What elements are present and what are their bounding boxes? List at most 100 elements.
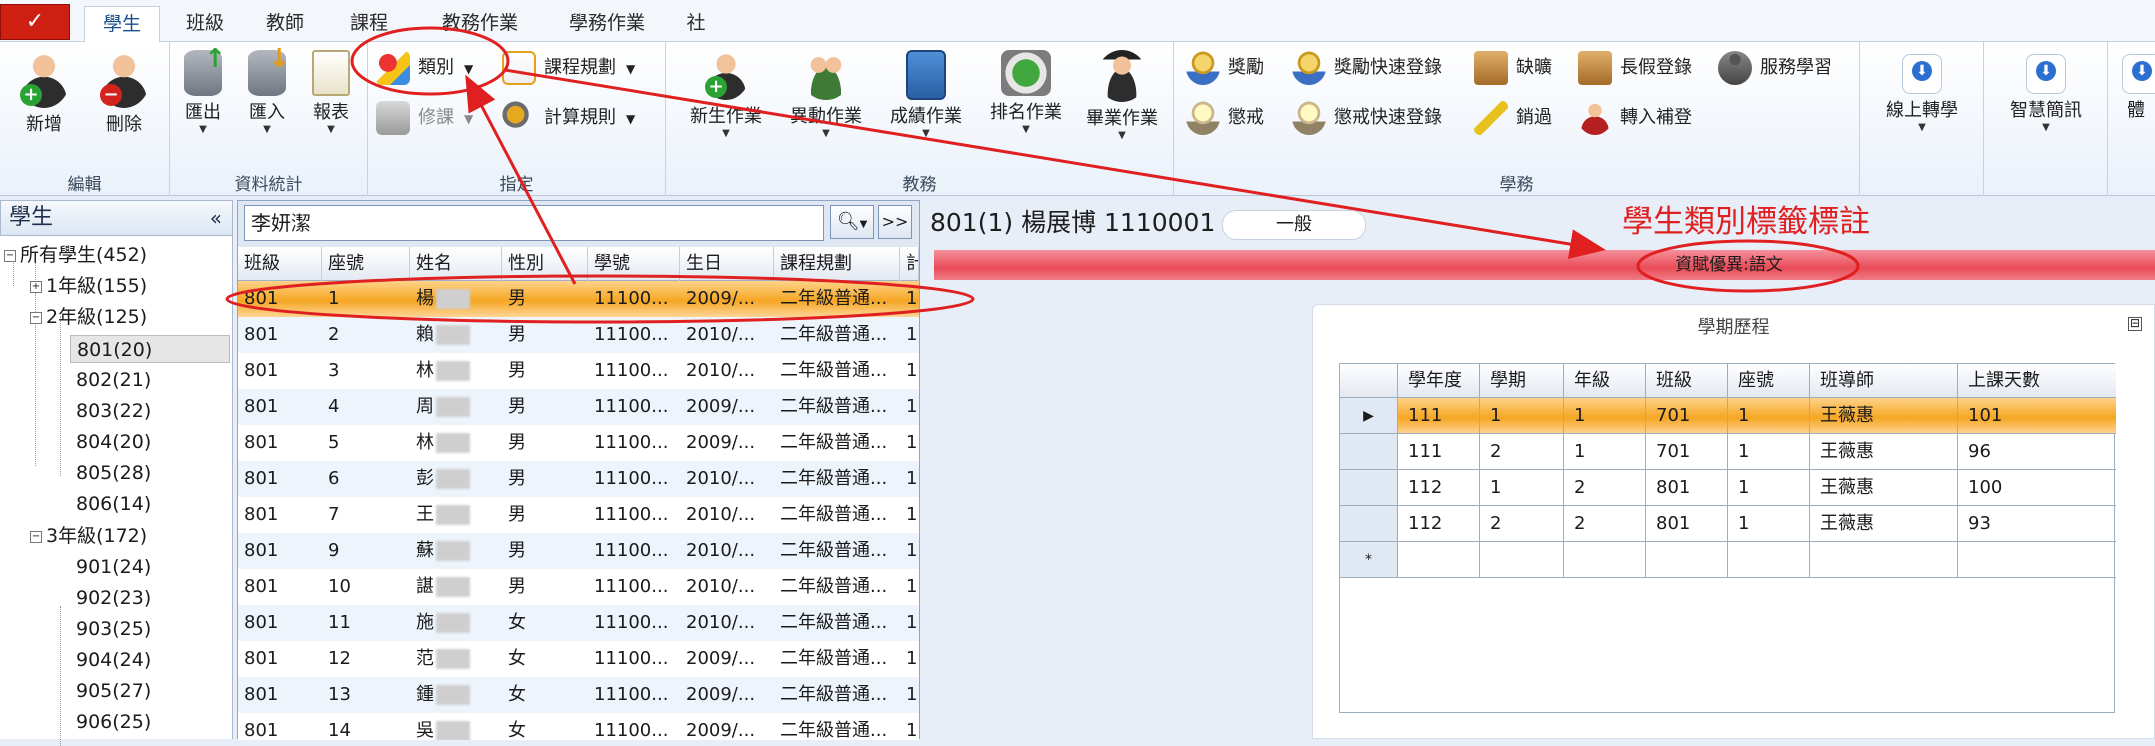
col-class[interactable]: 班級 xyxy=(1646,364,1728,398)
row-indicator[interactable] xyxy=(1340,470,1398,506)
history-row[interactable]: ▶ 111 1 1 701 1 王薇惠 101 xyxy=(1340,398,2116,434)
history-row[interactable]: 111 2 1 701 1 王薇惠 96 xyxy=(1340,434,2116,470)
table-row[interactable]: 801 6 彭 男 11100... 2010/... 二年級普通... 1 xyxy=(238,461,919,497)
punish-quick-button[interactable]: 懲戒快速登錄 xyxy=(1292,98,1442,138)
table-row[interactable]: 801 10 諶 男 11100... 2010/... 二年級普通... 1 xyxy=(238,569,919,605)
tab-student-affairs[interactable]: 學務作業 xyxy=(542,6,672,42)
service-learning-button[interactable]: 服務學習 xyxy=(1718,48,1832,88)
transfer-in-button[interactable]: 轉入補登 xyxy=(1578,98,1692,138)
reward-quick-button[interactable]: 獎勵快速登錄 xyxy=(1292,48,1442,88)
tab-academic-affairs[interactable]: 教務作業 xyxy=(420,6,540,42)
tab-course[interactable]: 課程 xyxy=(336,6,402,42)
app-menu-button[interactable]: ✓ xyxy=(0,4,70,40)
tree-node-all-students[interactable]: − 所有學生(452) xyxy=(4,241,147,269)
calc-rule-button[interactable]: 計算規則 ▼ xyxy=(502,98,635,138)
group-label-assign: 指定 xyxy=(499,175,534,195)
table-row[interactable]: 801 7 王 男 11100... 2010/... 二年級普通... 1 xyxy=(238,497,919,533)
course-rule-button[interactable]: 課程規劃 ▼ xyxy=(502,48,635,88)
tree-node-805[interactable]: 805(28) xyxy=(76,459,151,487)
punish-button[interactable]: 懲戒 xyxy=(1186,98,1264,138)
report-button[interactable]: 報表 ▼ xyxy=(298,50,364,136)
tree-node-903[interactable]: 903(25) xyxy=(76,615,151,643)
new-student-button[interactable]: 新生作業 ▼ xyxy=(676,50,776,140)
row-indicator[interactable]: * xyxy=(1340,542,1398,578)
import-button[interactable]: 匯入 ▼ xyxy=(234,44,300,136)
grade-button[interactable]: 成績作業 ▼ xyxy=(876,50,976,140)
tree-node-grade-3[interactable]: −3年級(172) xyxy=(30,522,147,550)
cancel-record-button[interactable]: 銷過 xyxy=(1474,98,1552,138)
category-button[interactable]: 類別 ▼ xyxy=(376,48,473,88)
tree-node-906[interactable]: 906(25) xyxy=(76,708,151,736)
tab-student[interactable]: 學生 xyxy=(84,6,160,43)
add-button[interactable]: 新增 xyxy=(4,50,84,136)
table-row[interactable]: 801 9 蘇 男 11100... 2010/... 二年級普通... 1 xyxy=(238,533,919,569)
table-cell: 5 xyxy=(322,425,410,461)
transfer-button[interactable]: 異動作業 ▼ xyxy=(776,50,876,140)
col-school-year[interactable]: 學年度 xyxy=(1398,364,1480,398)
tree-node-902[interactable]: 902(23) xyxy=(76,584,151,612)
table-row[interactable]: 801 2 賴 男 11100... 2010/... 二年級普通... 1 xyxy=(238,317,919,353)
edit-course-button[interactable]: 修課 ▼ xyxy=(376,98,473,138)
navigate-button[interactable]: >> xyxy=(878,205,912,239)
table-row[interactable]: 801 1 楊 男 11100... 2009/... 二年級普通... 1 xyxy=(238,281,919,317)
tree-node-grade-2[interactable]: −2年級(125) xyxy=(30,303,147,331)
tree-node-801[interactable]: 801(20) xyxy=(70,335,230,363)
col-semester[interactable]: 學期 xyxy=(1480,364,1564,398)
col-calc[interactable]: 計 xyxy=(900,247,919,281)
col-attendance-days[interactable]: 上課天數 xyxy=(1958,364,2116,398)
tree-node-804[interactable]: 804(20) xyxy=(76,428,151,456)
tree-node-grade-1[interactable]: +1年級(155) xyxy=(30,272,147,300)
tree-node-802[interactable]: 802(21) xyxy=(76,366,151,394)
tab-club[interactable]: 社團 xyxy=(664,6,728,68)
collapse-toggle-icon[interactable]: − xyxy=(30,311,42,324)
row-indicator[interactable]: ▶ xyxy=(1340,398,1398,434)
col-gender[interactable]: 性別 xyxy=(502,247,588,281)
panel-collapse-button[interactable]: ⊟ xyxy=(2128,317,2142,331)
col-name[interactable]: 姓名 xyxy=(410,247,502,281)
long-leave-button[interactable]: 長假登錄 xyxy=(1578,48,1692,88)
expand-toggle-icon[interactable]: + xyxy=(30,280,42,293)
search-button[interactable]: 🔍︎▼ xyxy=(830,205,874,239)
table-row[interactable]: 801 3 林 男 11100... 2010/... 二年級普通... 1 xyxy=(238,353,919,389)
collapse-toggle-icon[interactable]: − xyxy=(4,249,16,262)
tree-node-905[interactable]: 905(27) xyxy=(76,677,151,705)
export-button[interactable]: 匯出 ▼ xyxy=(170,44,236,136)
tab-class[interactable]: 班級 xyxy=(172,6,238,42)
col-class[interactable]: 班級 xyxy=(238,247,322,281)
search-input[interactable]: 李妍潔 xyxy=(244,205,824,241)
smart-sms-button[interactable]: 智慧簡訊 ▼ xyxy=(1994,50,2098,134)
new-row[interactable]: * xyxy=(1340,542,2116,578)
col-grade-year[interactable]: 年級 xyxy=(1564,364,1646,398)
table-row[interactable]: 801 5 林 男 11100... 2009/... 二年級普通... 1 xyxy=(238,425,919,461)
ranking-button[interactable]: 排名作業 ▼ xyxy=(976,50,1076,136)
row-indicator[interactable] xyxy=(1340,506,1398,542)
col-homeroom-teacher[interactable]: 班導師 xyxy=(1810,364,1958,398)
tab-teacher[interactable]: 教師 xyxy=(252,6,318,42)
col-seat[interactable]: 座號 xyxy=(1728,364,1810,398)
tree-node-803[interactable]: 803(22) xyxy=(76,397,151,425)
online-transfer-button[interactable]: 線上轉學 ▼ xyxy=(1870,50,1974,134)
table-row[interactable]: 801 14 吳 女 11100... 2009/... 二年級普通... 1 xyxy=(238,713,919,740)
delete-button[interactable]: 刪除 xyxy=(84,50,164,136)
collapse-toggle-icon[interactable]: − xyxy=(30,530,42,543)
table-row[interactable]: 801 13 鍾 女 11100... 2009/... 二年級普通... 1 xyxy=(238,677,919,713)
select-all-corner[interactable] xyxy=(1340,364,1398,398)
col-birthday[interactable]: 生日 xyxy=(680,247,774,281)
history-row[interactable]: 112 1 2 801 1 王薇惠 100 xyxy=(1340,470,2116,506)
history-row[interactable]: 112 2 2 801 1 王薇惠 93 xyxy=(1340,506,2116,542)
absence-button[interactable]: 缺曠 xyxy=(1474,48,1552,88)
health-button[interactable]: 體 xyxy=(2116,50,2155,122)
tree-node-901[interactable]: 901(24) xyxy=(76,553,151,581)
table-row[interactable]: 801 12 范 女 11100... 2009/... 二年級普通... 1 xyxy=(238,641,919,677)
table-row[interactable]: 801 4 周 男 11100... 2009/... 二年級普通... 1 xyxy=(238,389,919,425)
reward-button[interactable]: 獎勵 xyxy=(1186,48,1264,88)
collapse-panel-button[interactable]: « xyxy=(210,201,222,235)
graduation-button[interactable]: 畢業作業 ▼ xyxy=(1072,50,1172,142)
row-indicator[interactable] xyxy=(1340,434,1398,470)
tree-node-904[interactable]: 904(24) xyxy=(76,646,151,674)
col-student-id[interactable]: 學號 xyxy=(588,247,680,281)
col-course-plan[interactable]: 課程規劃 xyxy=(774,247,900,281)
tree-node-806[interactable]: 806(14) xyxy=(76,490,151,518)
table-row[interactable]: 801 11 施 女 11100... 2010/... 二年級普通... 1 xyxy=(238,605,919,641)
col-seat[interactable]: 座號 xyxy=(322,247,410,281)
